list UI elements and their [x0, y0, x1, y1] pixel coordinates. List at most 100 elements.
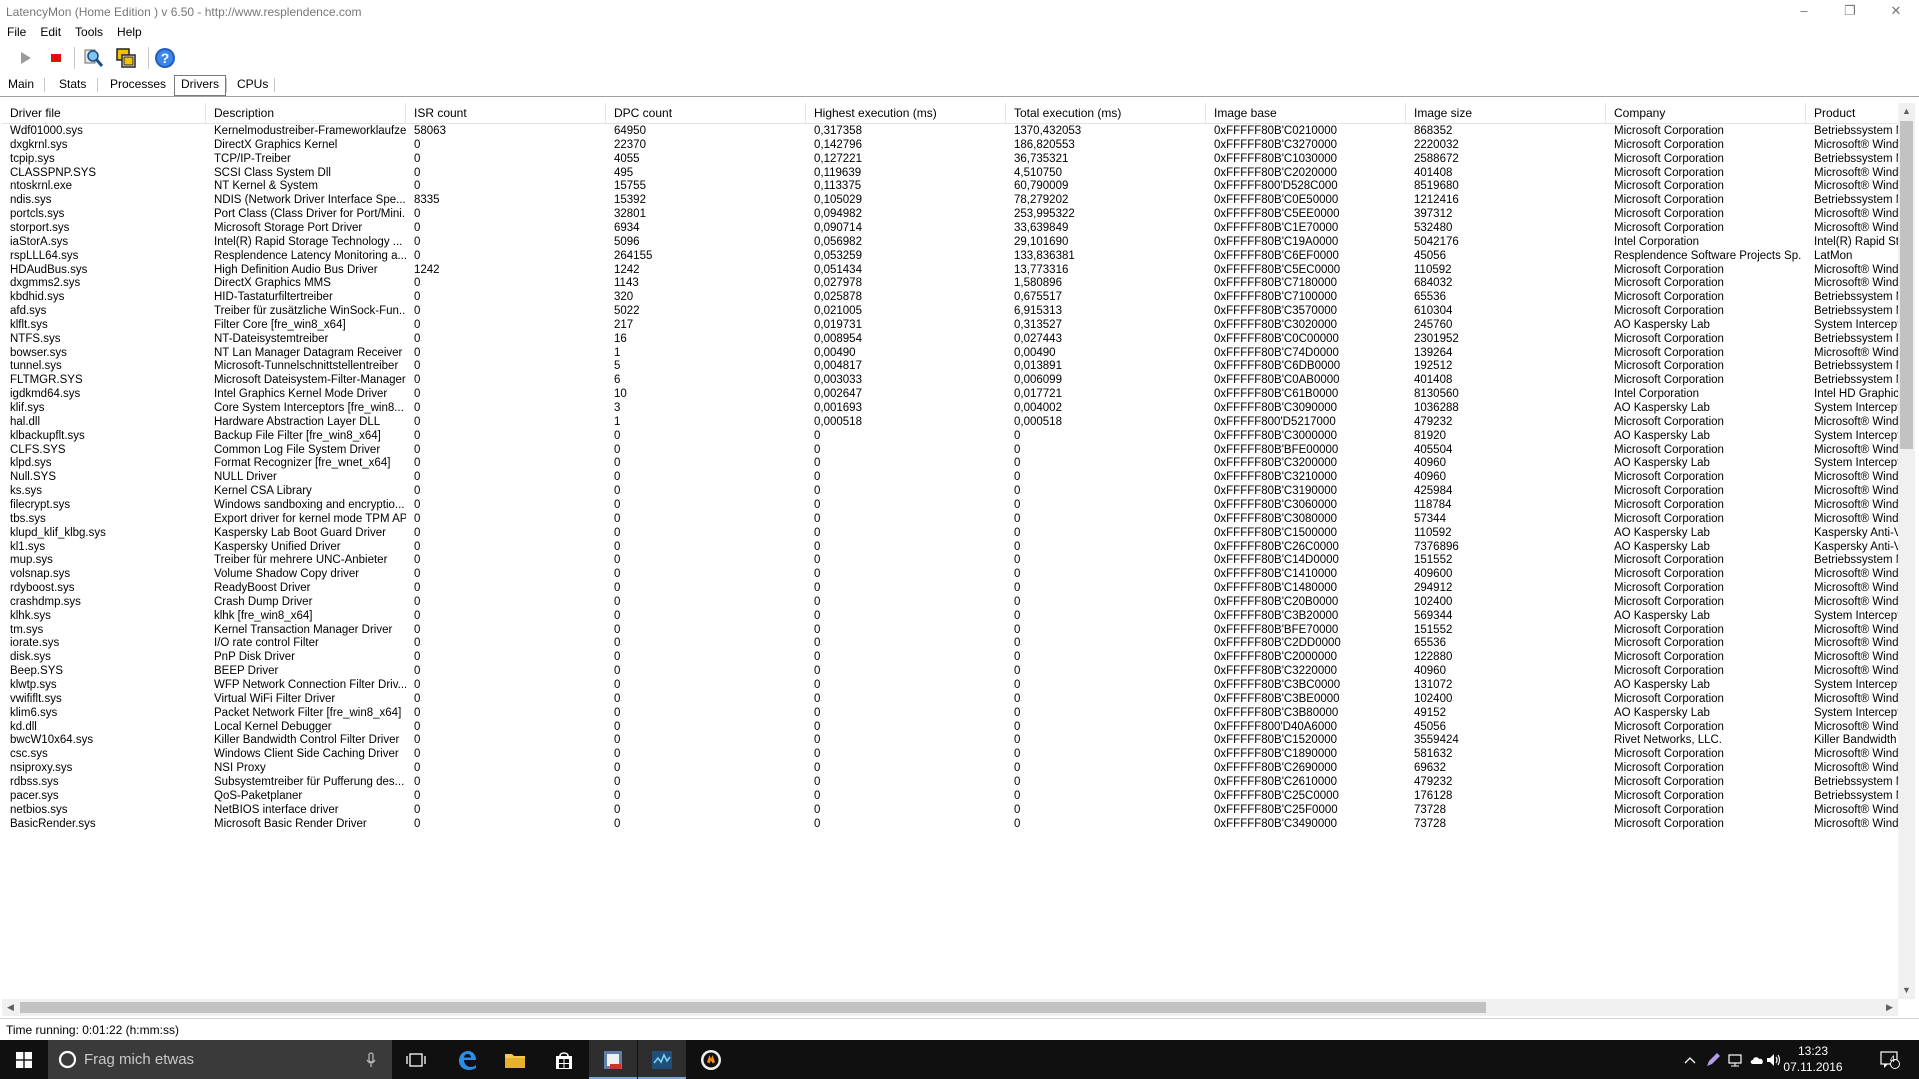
scroll-right-icon[interactable]: ▶ [1881, 999, 1898, 1016]
scroll-up-icon[interactable]: ▲ [1898, 103, 1915, 120]
help-icon: ? [155, 48, 175, 68]
menu-help[interactable]: Help [110, 24, 149, 39]
menu-edit[interactable]: Edit [33, 24, 68, 39]
cell-isr-count: 0 [414, 817, 421, 830]
cell-highest-execution: 0 [814, 817, 821, 830]
cell-image-size: 73728 [1414, 817, 1446, 830]
edge-icon [459, 1050, 476, 1070]
vertical-scrollbar[interactable]: ▲ ▼ [1898, 103, 1915, 999]
tray-network[interactable] [1724, 1040, 1746, 1079]
tray-pen[interactable] [1702, 1040, 1724, 1079]
scroll-left-icon[interactable]: ◀ [2, 999, 19, 1016]
tab-drivers[interactable]: Drivers [174, 75, 226, 96]
reports-button[interactable] [80, 45, 106, 71]
tab-separator [97, 78, 98, 92]
latencymon-icon [652, 1050, 672, 1069]
cortana-icon [58, 1050, 77, 1069]
tab-cpus[interactable]: CPUs [231, 76, 274, 94]
toolbar-separator [148, 47, 149, 69]
column-header-dpc[interactable]: DPC count [606, 103, 806, 123]
time-running-label: Time running: 0:01:22 (h:mm:ss) [6, 1023, 179, 1037]
start-button[interactable] [0, 1040, 48, 1079]
toolbar: ? [0, 43, 1919, 73]
window-title: LatencyMon (Home Edition ) v 6.50 - http… [6, 5, 362, 19]
taskbar-store[interactable] [540, 1040, 588, 1079]
tab-processes[interactable]: Processes [104, 76, 172, 94]
taskbar-app-overwatch[interactable] [687, 1040, 735, 1079]
taskbar-app-document[interactable] [589, 1040, 637, 1079]
clock-time: 13:23 [1797, 1044, 1829, 1058]
search-icon [84, 49, 104, 67]
pen-icon [1707, 1052, 1720, 1066]
document-app-icon [604, 1050, 622, 1069]
vertical-scroll-thumb[interactable] [1900, 121, 1913, 449]
search-input[interactable]: Frag mich etwas [48, 1040, 392, 1079]
overwatch-icon [701, 1049, 721, 1070]
toolbar-separator [74, 47, 75, 69]
close-button[interactable]: ✕ [1873, 0, 1919, 24]
stop-icon [51, 54, 61, 62]
copy-button[interactable] [113, 45, 139, 71]
network-icon [1728, 1053, 1742, 1066]
minimize-button[interactable]: – [1781, 0, 1827, 24]
notification-count: 4 [1890, 1054, 1896, 1064]
clock-date: 07.11.2016 [1783, 1060, 1843, 1074]
start-button[interactable] [12, 45, 38, 71]
column-header-image-size[interactable]: Image size [1406, 103, 1606, 123]
taskbar-edge[interactable] [443, 1040, 491, 1079]
microphone-icon[interactable] [366, 1052, 376, 1068]
tab-main[interactable]: Main [2, 76, 40, 94]
search-placeholder: Frag mich etwas [84, 1051, 195, 1068]
scroll-down-icon[interactable]: ▼ [1898, 982, 1915, 999]
column-header-driver[interactable]: Driver file [2, 103, 206, 123]
play-icon [21, 52, 31, 64]
drivers-table[interactable]: Driver file Description ISR count DPC co… [2, 103, 1898, 999]
windows-logo-icon [16, 1051, 32, 1068]
taskbar-explorer[interactable] [491, 1040, 539, 1079]
taskbar-app-latencymon[interactable] [638, 1040, 686, 1079]
cell-image-base: 0xFFFFF80B'C3490000 [1214, 817, 1338, 830]
column-header-highest[interactable]: Highest execution (ms) [806, 103, 1006, 123]
column-header-isr[interactable]: ISR count [406, 103, 606, 123]
column-header-product[interactable]: Product [1806, 103, 1898, 123]
cell-description: Microsoft Basic Render Driver [214, 817, 367, 830]
status-bar: Time running: 0:01:22 (h:mm:ss) [0, 1018, 1919, 1041]
table-header: Driver file Description ISR count DPC co… [2, 103, 1898, 124]
svg-text:?: ? [161, 50, 170, 66]
cloud-icon [1750, 1056, 1763, 1064]
show-hidden-icons-button[interactable] [1680, 1040, 1700, 1079]
menu-tools[interactable]: Tools [68, 24, 110, 39]
menu-file[interactable]: File [0, 24, 33, 39]
store-icon [556, 1051, 572, 1069]
tab-separator [226, 78, 227, 92]
cell-dpc-count: 0 [614, 817, 621, 830]
stop-button[interactable] [43, 45, 69, 71]
restore-button[interactable]: ❐ [1827, 0, 1873, 24]
chevron-up-icon [1684, 1056, 1696, 1063]
cell-company: Microsoft Corporation [1614, 817, 1724, 830]
folder-icon [505, 1053, 525, 1068]
tab-bar: Main Stats Processes Drivers CPUs [0, 74, 1919, 97]
task-view-button[interactable] [392, 1040, 440, 1079]
tray-cloud[interactable] [1746, 1040, 1768, 1079]
action-center-button[interactable]: 4 [1870, 1040, 1910, 1079]
task-view-icon [406, 1052, 426, 1067]
tab-stats[interactable]: Stats [53, 76, 92, 94]
tab-separator [274, 78, 275, 92]
title-bar: LatencyMon (Home Edition ) v 6.50 - http… [0, 0, 1919, 24]
horizontal-scroll-thumb[interactable] [20, 1002, 1486, 1013]
column-header-total[interactable]: Total execution (ms) [1006, 103, 1206, 123]
help-button[interactable]: ? [152, 45, 178, 71]
column-header-description[interactable]: Description [206, 103, 406, 123]
cell-product: Microsoft® Windo [1814, 817, 1898, 830]
windows-icon [116, 48, 136, 68]
horizontal-scrollbar[interactable]: ◀ ▶ [2, 999, 1898, 1016]
menu-bar: File Edit Tools Help [0, 24, 1919, 42]
taskbar: Frag mich etwas 13:23 07.11.2016 4 [0, 1040, 1919, 1079]
system-clock[interactable]: 13:23 07.11.2016 [1778, 1043, 1848, 1075]
table-row[interactable]: BasicRender.sys Microsoft Basic Render Dr… [2, 816, 1898, 833]
cell-total-execution: 0 [1014, 817, 1021, 830]
column-header-image-base[interactable]: Image base [1206, 103, 1406, 123]
tab-separator [44, 78, 45, 92]
column-header-company[interactable]: Company [1606, 103, 1806, 123]
